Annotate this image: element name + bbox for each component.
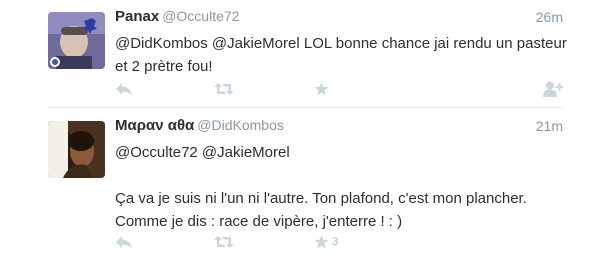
retweet-icon (214, 235, 234, 249)
tweet-text-line: @Occulte72 @JakieMorel (115, 144, 290, 161)
tweet-header: Panax @Occulte72 26m (115, 8, 563, 28)
tweet[interactable]: Panax @Occulte72 26m @DidKombos @JakieMor… (0, 0, 611, 108)
reply-button[interactable] (115, 79, 133, 99)
avatar[interactable] (48, 12, 105, 69)
user-handle[interactable]: @DidKombos (197, 117, 284, 133)
favorite-button[interactable] (314, 79, 332, 99)
reply-button[interactable] (115, 232, 133, 252)
retweet-button[interactable] (214, 232, 234, 252)
retweet-icon (214, 82, 234, 96)
retweet-button[interactable] (214, 79, 234, 99)
user-handle[interactable]: @Occulte72 (162, 8, 239, 24)
star-icon (314, 82, 329, 96)
tweet-header: Μαραν αθα @DidKombos 21m (115, 117, 563, 137)
tweet-actions (115, 79, 563, 99)
tweet[interactable]: Μαραν αθα @DidKombos 21m @Occulte72 @Jaki… (0, 109, 611, 261)
favorite-button[interactable]: 3 (314, 232, 338, 252)
tweet-text-line: @DidKombos @JakieMorel LOL bonne chance … (115, 35, 567, 75)
tweet-text: @Occulte72 @JakieMorel Ça va je suis ni … (115, 141, 575, 233)
user-fullname[interactable]: Μαραν αθα (115, 117, 194, 134)
tweet-text-line: Ça va je suis ni l'un ni l'autre. Ton pl… (115, 190, 527, 230)
reply-icon (115, 235, 133, 249)
star-icon (314, 235, 329, 249)
tweet-timestamp[interactable]: 21m (536, 118, 563, 134)
tweet-timestamp[interactable]: 26m (536, 9, 563, 25)
reply-icon (115, 82, 133, 96)
avatar[interactable] (48, 121, 105, 178)
tweet-actions: 3 (115, 232, 563, 252)
user-fullname[interactable]: Panax (115, 8, 159, 25)
follow-user-icon (543, 81, 563, 97)
divider (48, 107, 563, 108)
tweet-text: @DidKombos @JakieMorel LOL bonne chance … (115, 32, 575, 78)
favorite-count: 3 (332, 236, 339, 248)
follow-button[interactable] (543, 79, 563, 99)
